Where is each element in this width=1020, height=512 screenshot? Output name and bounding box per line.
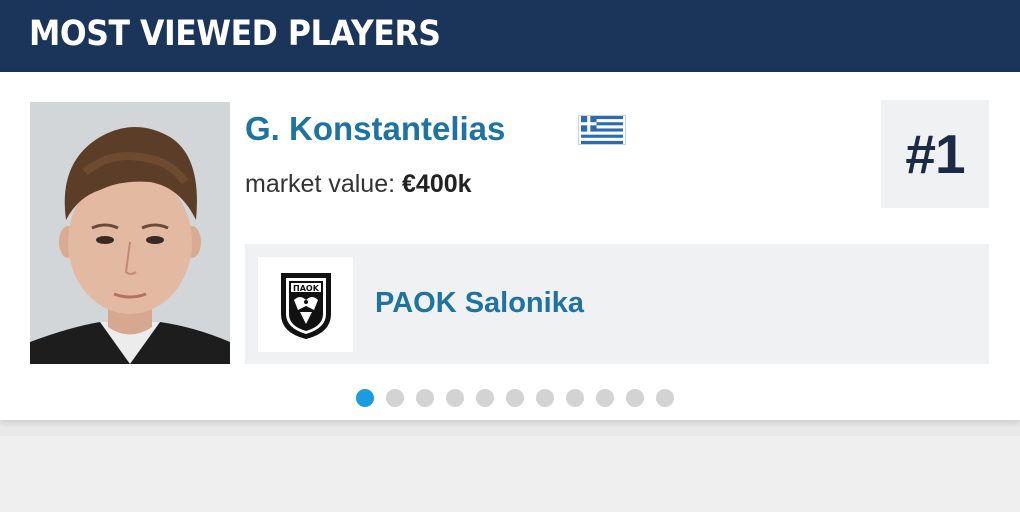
club-name-link[interactable]: PAOK Salonika <box>375 287 584 320</box>
widget-header: MOST VIEWED PLAYERS <box>0 0 1020 72</box>
paok-crest-text: ΠΑΟΚ <box>293 284 320 293</box>
greece-flag-icon <box>578 115 626 145</box>
carousel-dot-7[interactable] <box>536 389 554 407</box>
carousel-dot-5[interactable] <box>476 389 494 407</box>
market-value-row: market value: €400k <box>245 170 472 199</box>
carousel-dot-11[interactable] <box>656 389 674 407</box>
carousel-dot-2[interactable] <box>386 389 404 407</box>
market-value-label: market value: <box>245 170 396 198</box>
player-name-link[interactable]: G. Konstantelias <box>245 110 505 148</box>
rank-badge: #1 <box>881 100 989 208</box>
carousel-pagination[interactable] <box>356 389 674 407</box>
market-value-amount: €400k <box>402 170 472 198</box>
carousel-dot-1[interactable] <box>356 389 374 407</box>
player-card[interactable]: G. Konstantelias market value: €400k #1 … <box>0 72 1020 420</box>
paok-crest-icon[interactable]: ΠΑΟΚ <box>258 257 353 352</box>
carousel-dot-4[interactable] <box>446 389 464 407</box>
rank-number: #1 <box>905 123 965 185</box>
carousel-dot-6[interactable] <box>506 389 524 407</box>
carousel-dot-3[interactable] <box>416 389 434 407</box>
carousel-dot-10[interactable] <box>626 389 644 407</box>
player-photo[interactable] <box>30 102 230 364</box>
widget-title: MOST VIEWED PLAYERS <box>29 14 441 54</box>
carousel-dot-9[interactable] <box>596 389 614 407</box>
club-row[interactable]: ΠΑΟΚ PAOK Salonika <box>245 244 989 364</box>
carousel-dot-8[interactable] <box>566 389 584 407</box>
page-background-strip <box>0 436 1020 512</box>
